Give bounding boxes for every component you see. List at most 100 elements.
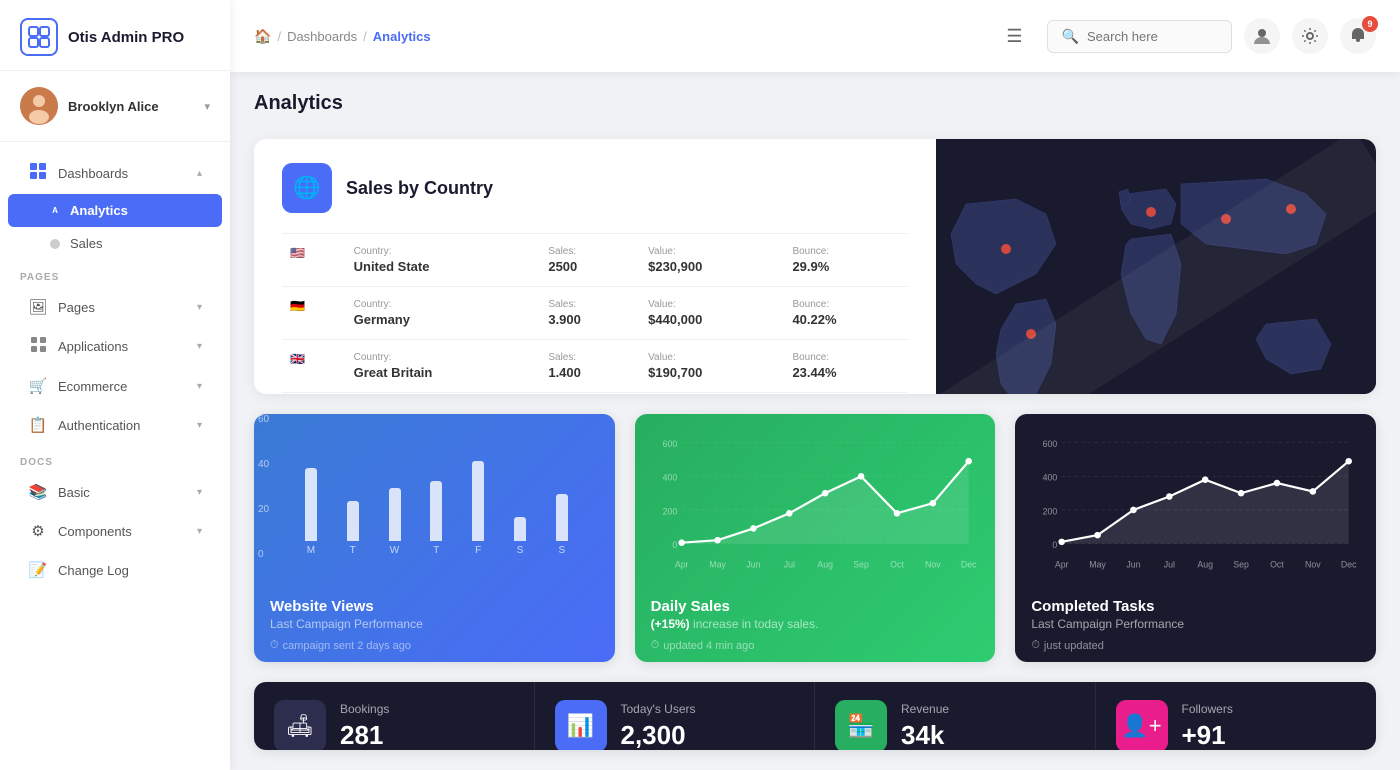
followers-info: Followers +91	[1182, 702, 1357, 751]
applications-nav-label: Applications	[58, 339, 187, 354]
breadcrumb-analytics: Analytics	[373, 29, 431, 44]
components-nav-label: Components	[58, 524, 187, 539]
profile-button[interactable]	[1244, 18, 1280, 54]
table-row: 🇬🇧 Country: Great Britain Sales: 1.400 V…	[282, 340, 908, 393]
revenue-icon: 🏪	[835, 700, 887, 750]
search-input[interactable]	[1087, 29, 1217, 44]
page-title: Analytics	[254, 92, 1376, 115]
flag-cell: 🇩🇪	[282, 287, 346, 340]
sales-dot	[50, 239, 60, 249]
svg-text:Aug: Aug	[817, 560, 833, 570]
pages-icon: 🖼	[28, 298, 48, 316]
svg-text:Apr: Apr	[675, 560, 689, 570]
svg-text:200: 200	[1043, 506, 1058, 516]
sales-card-title: Sales by Country	[346, 178, 493, 199]
completed-tasks-card: 0200400600AprMayJunJulAugSepOctNovDec Co…	[1015, 414, 1376, 662]
sales-cell: Sales: 3.900	[540, 287, 640, 340]
content-area: Analytics 🌐 Sales by Country 🇺🇸 Country:…	[230, 72, 1400, 770]
sidebar-item-sales[interactable]: Sales	[8, 228, 222, 259]
bar-item: M	[294, 468, 328, 556]
sidebar-nav: Dashboards ▴ A Analytics Sales PAGES 🖼 P…	[0, 142, 230, 770]
sidebar-item-components[interactable]: ⚙ Components ▾	[8, 512, 222, 550]
bar-item: W	[378, 488, 412, 556]
bounce-cell: Bounce: 29.9%	[784, 234, 908, 287]
daily-sales-title: Daily Sales	[651, 598, 980, 615]
daily-sales-info: Daily Sales (+15%) increase in today sal…	[635, 584, 996, 662]
ecommerce-nav-label: Ecommerce	[58, 379, 187, 394]
notifications-button[interactable]: 9	[1340, 18, 1376, 54]
sidebar-item-basic[interactable]: 📚 Basic ▾	[8, 473, 222, 511]
basic-chevron-icon: ▾	[197, 487, 202, 498]
completed-tasks-subtitle: Last Campaign Performance	[1031, 617, 1360, 631]
daily-sales-chart: 0200400600AprMayJunJulAugSepOctNovDec	[635, 414, 996, 584]
world-map	[936, 139, 1376, 394]
ecommerce-chevron-icon: ▾	[197, 381, 202, 392]
sidebar-item-changelog[interactable]: 📝 Change Log	[8, 551, 222, 589]
bookings-value: 281	[340, 720, 514, 751]
sidebar-item-pages[interactable]: 🖼 Pages ▾	[8, 288, 222, 326]
today_users-info: Today's Users 2,300	[621, 702, 795, 751]
svg-text:Jun: Jun	[1127, 560, 1141, 570]
svg-text:Dec: Dec	[1341, 560, 1357, 570]
hamburger-button[interactable]: ☰	[998, 22, 1030, 51]
bar-item: F	[461, 461, 495, 556]
sales-cell: Sales: 562	[540, 393, 640, 395]
bookings-label: Bookings	[340, 702, 514, 716]
svg-text:0: 0	[1053, 540, 1058, 550]
svg-text:0: 0	[672, 540, 677, 550]
analytics-dot: A	[50, 206, 60, 216]
website-views-subtitle: Last Campaign Performance	[270, 617, 599, 631]
value-cell: Value: $440,000	[640, 287, 784, 340]
sales-table-area: 🌐 Sales by Country 🇺🇸 Country: United St…	[254, 139, 936, 394]
country-table: 🇺🇸 Country: United State Sales: 2500 Val…	[282, 233, 908, 394]
authentication-chevron-icon: ▾	[197, 420, 202, 431]
settings-button[interactable]	[1292, 18, 1328, 54]
svg-text:Oct: Oct	[890, 560, 904, 570]
followers-icon: 👤+	[1116, 700, 1168, 750]
breadcrumb-dashboards[interactable]: Dashboards	[287, 29, 357, 44]
sidebar-logo: Otis Admin PRO	[0, 0, 230, 71]
header-right: 🔍 9	[1047, 18, 1376, 54]
svg-text:Nov: Nov	[925, 560, 941, 570]
main-area: 🏠 / Dashboards / Analytics ☰ 🔍	[230, 0, 1400, 770]
svg-text:400: 400	[662, 473, 677, 483]
completed-tasks-time: ⏱ just updated	[1031, 639, 1360, 652]
app-name: Otis Admin PRO	[68, 29, 184, 46]
revenue-value: 34k	[901, 720, 1075, 751]
today_users-value: 2,300	[621, 720, 795, 751]
sidebar-item-dashboards[interactable]: Dashboards ▴	[8, 153, 222, 193]
user-name: Brooklyn Alice	[68, 99, 194, 114]
sales-cell: Sales: 2500	[540, 234, 640, 287]
dashboards-icon	[28, 163, 48, 183]
docs-section-label: DOCS	[0, 445, 230, 472]
components-icon: ⚙	[28, 522, 48, 540]
svg-text:Sep: Sep	[853, 560, 869, 570]
search-icon: 🔍	[1062, 28, 1079, 45]
svg-text:600: 600	[662, 439, 677, 449]
globe-icon: 🌐	[282, 163, 332, 213]
sidebar-item-authentication[interactable]: 📋 Authentication ▾	[8, 406, 222, 444]
bounce-cell: Bounce: 23.44%	[784, 340, 908, 393]
bar-item: T	[419, 481, 453, 556]
sidebar-item-applications[interactable]: Applications ▾	[8, 327, 222, 366]
ecommerce-icon: 🛒	[28, 377, 48, 395]
changelog-icon: 📝	[28, 561, 48, 579]
basic-icon: 📚	[28, 483, 48, 501]
authentication-nav-label: Authentication	[58, 418, 187, 433]
svg-text:Jun: Jun	[746, 560, 760, 570]
followers-value: +91	[1182, 720, 1357, 751]
revenue-info: Revenue 34k	[901, 702, 1075, 751]
sidebar-user[interactable]: Brooklyn Alice ▾	[0, 71, 230, 142]
search-box[interactable]: 🔍	[1047, 20, 1232, 53]
bar-item: T	[336, 501, 370, 556]
completed-tasks-info: Completed Tasks Last Campaign Performanc…	[1015, 584, 1376, 662]
svg-text:Aug: Aug	[1198, 560, 1214, 570]
value-cell: Value: $230,900	[640, 234, 784, 287]
stat-card-bookings: 🛋 Bookings 281	[254, 682, 535, 750]
bar-item: S	[503, 517, 537, 556]
website-views-info: Website Views Last Campaign Performance …	[254, 584, 615, 662]
value-cell: Value: $190,700	[640, 340, 784, 393]
sidebar-item-ecommerce[interactable]: 🛒 Ecommerce ▾	[8, 367, 222, 405]
breadcrumb: 🏠 / Dashboards / Analytics	[254, 28, 982, 45]
sidebar-item-analytics[interactable]: A Analytics	[8, 194, 222, 227]
